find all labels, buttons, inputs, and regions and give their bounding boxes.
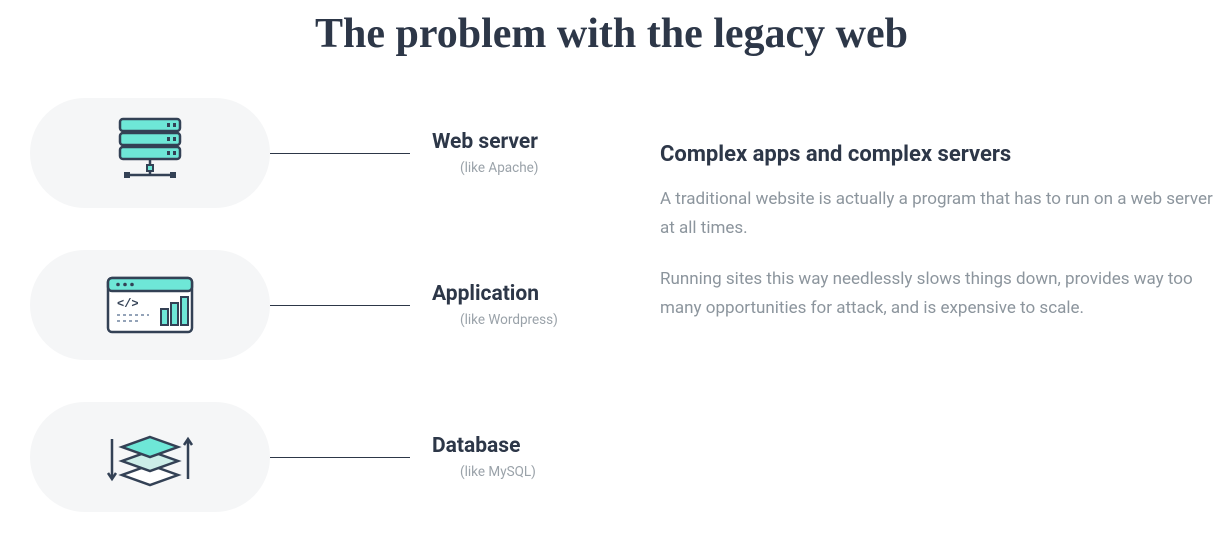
stack-label-sub: (like Wordpress) xyxy=(432,312,570,328)
explainer-paragraph-1: A traditional website is actually a prog… xyxy=(660,185,1213,243)
explainer-heading: Complex apps and complex servers xyxy=(660,142,1213,167)
connector-line xyxy=(270,457,410,458)
svg-text:</>: </> xyxy=(117,297,139,311)
stack-label-sub: (like MySQL) xyxy=(432,464,570,480)
stack-label-block: Database (like MySQL) xyxy=(410,434,570,480)
stack-row-webserver: Web server (like Apache) xyxy=(30,98,570,208)
server-icon xyxy=(107,115,193,191)
stack-pill: </> xyxy=(30,250,270,360)
stack-diagram: Web server (like Apache) </> xyxy=(30,98,570,512)
stack-label-sub: (like Apache) xyxy=(432,160,570,176)
content-columns: Web server (like Apache) </> xyxy=(0,98,1223,512)
connector-line xyxy=(270,305,410,306)
stack-row-database: Database (like MySQL) xyxy=(30,402,570,512)
page-title: The problem with the legacy web xyxy=(0,10,1223,58)
stack-pill xyxy=(30,402,270,512)
layers-icon xyxy=(102,421,198,493)
stack-pill xyxy=(30,98,270,208)
stack-label-block: Web server (like Apache) xyxy=(410,130,570,176)
browser-window-icon: </> xyxy=(105,275,195,335)
stack-label-title: Web server xyxy=(432,130,570,154)
stack-label-title: Database xyxy=(432,434,570,458)
stack-row-application: </> Application (like Wordpress) xyxy=(30,250,570,360)
explainer-text: Complex apps and complex servers A tradi… xyxy=(660,98,1213,512)
connector-line xyxy=(270,153,410,154)
stack-label-title: Application xyxy=(432,282,570,306)
explainer-paragraph-2: Running sites this way needlessly slows … xyxy=(660,265,1213,323)
stack-label-block: Application (like Wordpress) xyxy=(410,282,570,328)
